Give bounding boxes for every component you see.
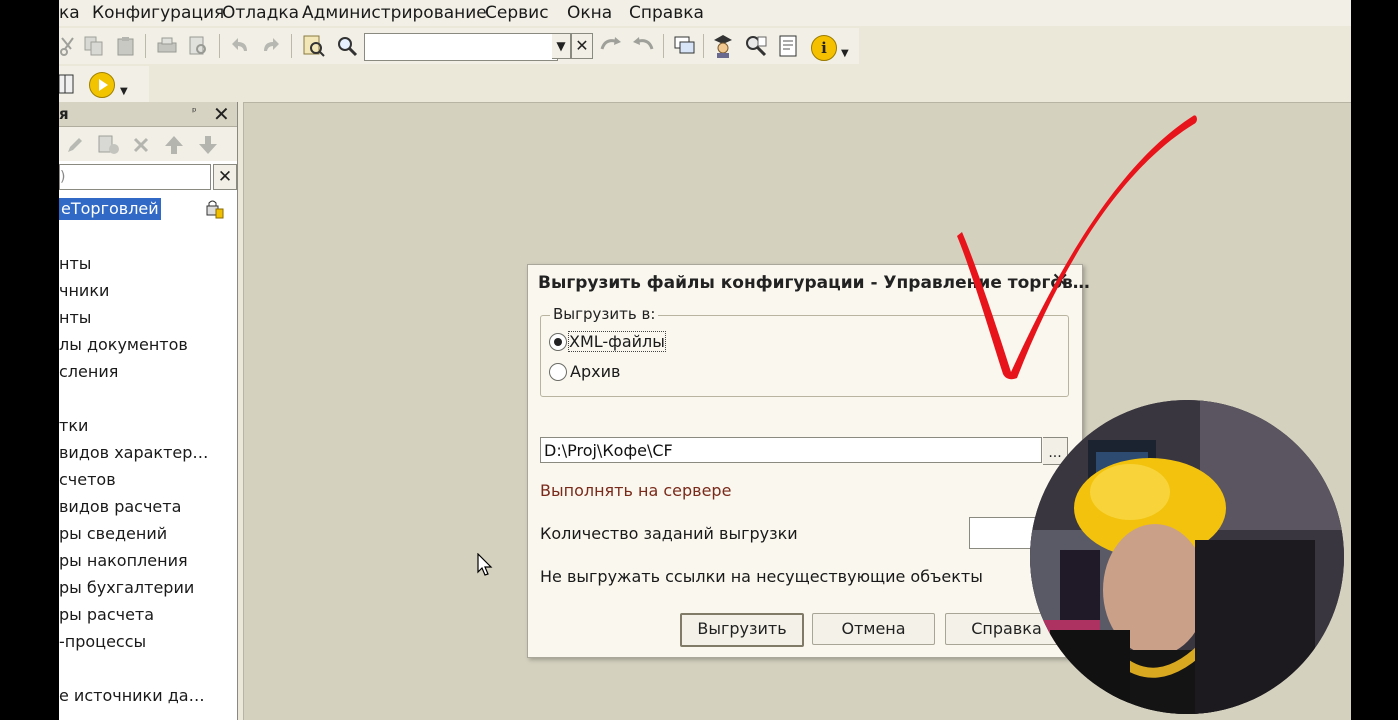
- run-on-server-link[interactable]: Выполнять на сервере: [540, 481, 731, 500]
- panel-layout-icon[interactable]: [59, 73, 81, 95]
- syntax-assistant-icon[interactable]: [744, 34, 767, 57]
- app-window: ка Конфигурация Отладка Администрировани…: [59, 0, 1351, 720]
- tree-item[interactable]: ры бухгалтерии: [59, 578, 194, 597]
- windows-icon[interactable]: [673, 35, 695, 57]
- panel-toolbar: [59, 127, 237, 161]
- tree-item[interactable]: нты: [59, 254, 91, 273]
- configuration-tree-panel: я ᵖ ✕ ) ✕ еТорговлей нты чники нты лы до…: [59, 102, 238, 720]
- tree-item[interactable]: чники: [59, 281, 109, 300]
- menu-bar: ка Конфигурация Отладка Администрировани…: [59, 0, 1351, 26]
- toolbar-search-input[interactable]: [364, 33, 558, 61]
- cancel-button[interactable]: Отмена: [812, 613, 935, 645]
- radio-xml-files[interactable]: [549, 333, 567, 351]
- edit-icon[interactable]: [65, 135, 87, 157]
- menu-item-help[interactable]: Справка: [629, 3, 704, 23]
- search-dropdown-icon[interactable]: ▼: [552, 33, 571, 59]
- export-target-group: [540, 315, 1069, 397]
- redo-icon[interactable]: [259, 35, 281, 57]
- tree-item[interactable]: видов расчета: [59, 497, 181, 516]
- menu-item-debug[interactable]: Отладка: [222, 3, 299, 23]
- mouse-cursor-icon: [477, 553, 493, 576]
- radio-archive[interactable]: [549, 363, 567, 381]
- tree-item[interactable]: лы документов: [59, 335, 188, 354]
- menu-item-operations[interactable]: ка: [59, 3, 80, 23]
- menu-item-configuration[interactable]: Конфигурация: [92, 3, 224, 23]
- tree-item[interactable]: сления: [59, 362, 118, 381]
- panel-title: я: [59, 105, 69, 123]
- export-jobs-count-label: Количество заданий выгрузки: [540, 524, 798, 543]
- radio-xml-files-label[interactable]: XML-файлы: [568, 331, 666, 352]
- move-up-icon[interactable]: [163, 134, 185, 156]
- add-copy-icon[interactable]: [97, 134, 119, 156]
- tree-item[interactable]: видов характер…: [59, 443, 208, 462]
- copy-icon[interactable]: [83, 35, 105, 57]
- tree-item[interactable]: счетов: [59, 470, 116, 489]
- dialog-close-icon[interactable]: ✕: [1051, 269, 1069, 294]
- tree-item[interactable]: ры расчета: [59, 605, 154, 624]
- menu-item-administration[interactable]: Администрирование: [302, 3, 487, 23]
- cut-icon[interactable]: [59, 35, 81, 57]
- reference-book-icon[interactable]: [776, 34, 798, 57]
- info-icon[interactable]: i: [811, 35, 837, 61]
- export-target-label: Выгрузить в:: [550, 305, 659, 323]
- tree-item[interactable]: ры сведений: [59, 524, 167, 543]
- pin-icon[interactable]: ᵖ: [192, 105, 197, 118]
- export-config-dialog: Выгрузить файлы конфигурации - Управлени…: [527, 264, 1090, 658]
- letterbox-left: [0, 0, 59, 720]
- undo-icon[interactable]: [230, 35, 252, 57]
- export-path-input[interactable]: D:\Proj\Кофе\CF: [540, 437, 1042, 463]
- presenter-webcam: [1030, 400, 1344, 714]
- skip-broken-refs-label[interactable]: Не выгружать ссылки на несуществующие об…: [540, 567, 983, 586]
- info-dropdown-icon[interactable]: ▼: [841, 48, 849, 59]
- close-panel-icon[interactable]: ✕: [213, 102, 230, 126]
- search-icon[interactable]: [336, 35, 358, 57]
- move-down-icon[interactable]: [197, 134, 219, 156]
- search-clear-icon[interactable]: ✕: [571, 33, 593, 59]
- lock-icon: [205, 198, 224, 219]
- tree-search-input[interactable]: ): [59, 164, 211, 190]
- tree-item[interactable]: ры накопления: [59, 551, 188, 570]
- find-previous-icon[interactable]: [599, 35, 621, 57]
- run-debug-icon[interactable]: [89, 72, 115, 98]
- tree-search-clear-icon[interactable]: ✕: [213, 164, 237, 190]
- tree-item[interactable]: нты: [59, 308, 91, 327]
- wizard-icon[interactable]: [711, 33, 733, 58]
- find-in-tree-icon[interactable]: [302, 34, 325, 57]
- tree-item[interactable]: е источники да…: [59, 686, 205, 705]
- letterbox-right: [1351, 0, 1398, 720]
- tree-item[interactable]: -процессы: [59, 632, 146, 651]
- print-preview-icon[interactable]: [187, 35, 209, 57]
- menu-item-windows[interactable]: Окна: [567, 3, 612, 23]
- radio-archive-label[interactable]: Архив: [570, 362, 620, 381]
- find-next-icon[interactable]: [631, 35, 654, 57]
- print-icon[interactable]: [156, 35, 178, 57]
- run-dropdown-icon[interactable]: ▼: [120, 86, 128, 97]
- tree-root-configuration[interactable]: еТорговлей: [59, 198, 161, 220]
- paste-icon[interactable]: [115, 35, 137, 57]
- menu-item-service[interactable]: Сервис: [485, 3, 549, 23]
- dialog-title: Выгрузить файлы конфигурации - Управлени…: [538, 273, 1090, 293]
- delete-icon[interactable]: [131, 135, 153, 157]
- export-button[interactable]: Выгрузить: [680, 613, 804, 647]
- tree-item[interactable]: тки: [59, 416, 88, 435]
- webcam-image: [1030, 400, 1344, 714]
- panel-header: я ᵖ ✕: [59, 102, 237, 127]
